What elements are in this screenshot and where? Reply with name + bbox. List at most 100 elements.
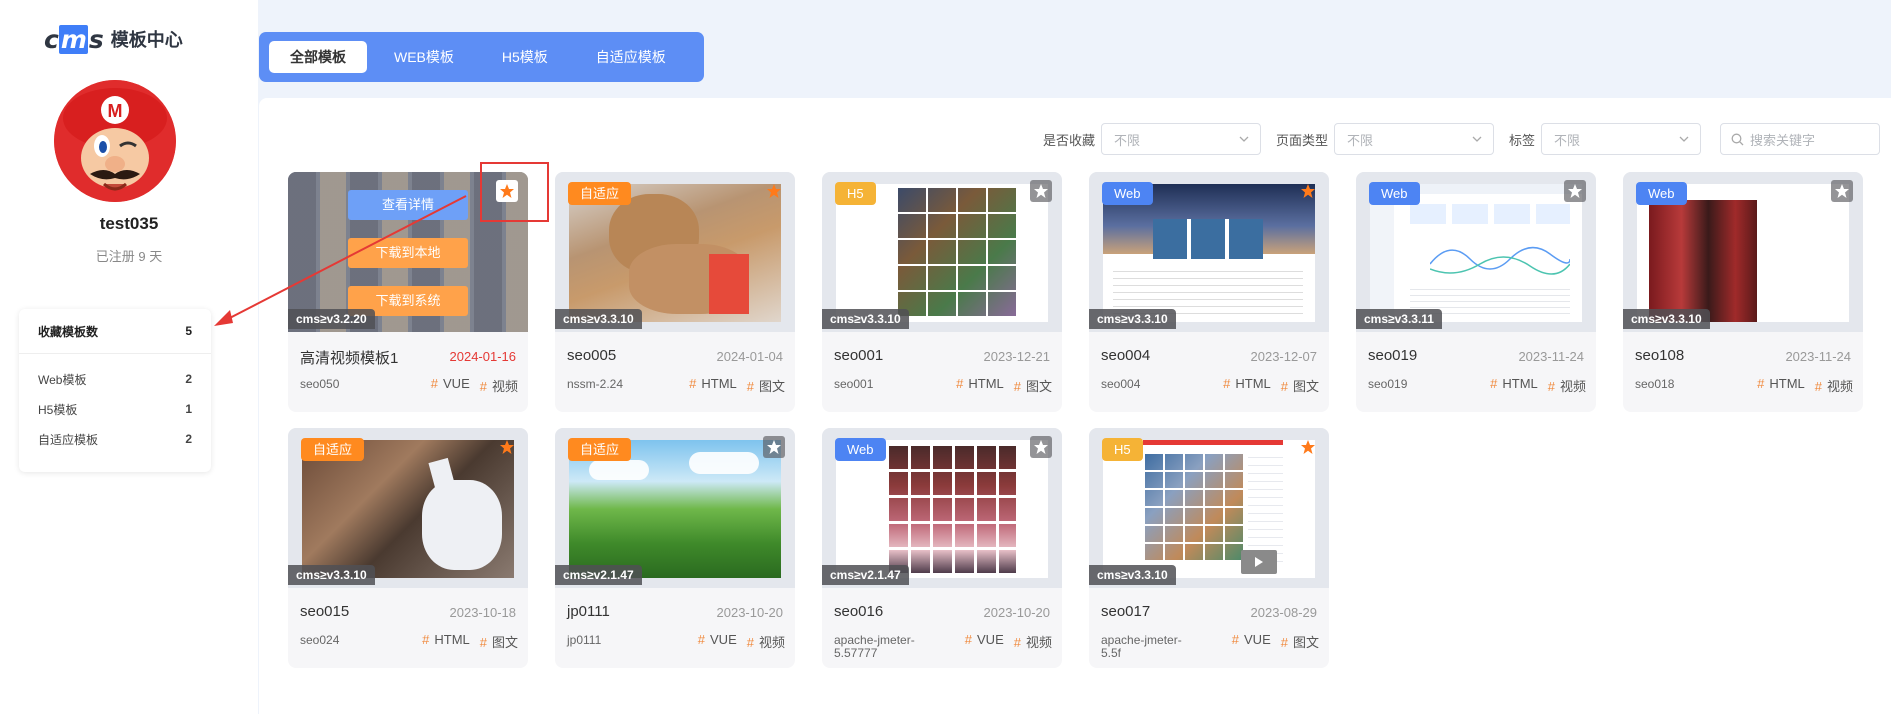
tag[interactable]: # HTML bbox=[689, 376, 737, 395]
card-thumbnail[interactable]: 自适应 cms≥v3.3.10 bbox=[555, 172, 795, 332]
tag[interactable]: # VUE bbox=[698, 632, 737, 651]
card-tags: # VUE # 视频 bbox=[955, 632, 1052, 651]
annotation-highlight-box bbox=[480, 162, 549, 222]
favorite-star-icon[interactable] bbox=[1030, 180, 1052, 202]
card-tags: # VUE # 视频 bbox=[688, 632, 785, 651]
avatar[interactable]: M bbox=[54, 80, 176, 202]
card-title[interactable]: seo001 bbox=[834, 347, 883, 364]
template-card[interactable]: 自适应 cms≥v3.3.10 seo005 2024-01-04 nssm-2… bbox=[555, 172, 795, 412]
tag[interactable]: # 图文 bbox=[1281, 376, 1319, 395]
stats-value: 1 bbox=[185, 402, 192, 416]
favorite-star-icon[interactable] bbox=[763, 436, 785, 458]
download-local-button[interactable]: 下载到本地 bbox=[348, 238, 468, 268]
card-title[interactable]: seo005 bbox=[567, 347, 616, 364]
tag[interactable]: # HTML bbox=[956, 376, 1004, 395]
tag[interactable]: # 视频 bbox=[747, 632, 785, 651]
card-subtitle: jp0111 bbox=[567, 633, 602, 647]
card-title[interactable]: seo004 bbox=[1101, 347, 1150, 364]
svg-text:M: M bbox=[108, 101, 123, 121]
version-badge: cms≥v3.3.10 bbox=[1089, 309, 1176, 329]
version-badge: cms≥v3.3.10 bbox=[1623, 309, 1710, 329]
logo-title: 模板中心 bbox=[110, 30, 183, 50]
tag[interactable]: # 图文 bbox=[480, 632, 518, 651]
card-title[interactable]: seo019 bbox=[1368, 347, 1417, 364]
card-thumbnail[interactable]: Web cms≥v3.3.11 bbox=[1356, 172, 1596, 332]
card-title[interactable]: jp0111 bbox=[567, 603, 610, 620]
tag-select[interactable]: 不限 bbox=[1541, 123, 1702, 155]
tag[interactable]: # 图文 bbox=[747, 376, 785, 395]
tag[interactable]: # VUE bbox=[431, 376, 470, 395]
search-input[interactable]: 搜索关键字 bbox=[1720, 123, 1880, 155]
tab-web[interactable]: WEB模板 bbox=[373, 41, 475, 73]
view-details-button[interactable]: 查看详情 bbox=[348, 190, 468, 220]
favorite-star-icon[interactable] bbox=[1831, 180, 1853, 202]
stats-value: 2 bbox=[185, 432, 192, 446]
card-title[interactable]: 高清视频模板1 bbox=[300, 347, 398, 368]
card-thumbnail[interactable]: Web cms≥v2.1.47 bbox=[822, 428, 1062, 588]
card-title[interactable]: seo015 bbox=[300, 603, 349, 620]
favorite-star-icon[interactable] bbox=[1297, 436, 1319, 458]
type-badge: Web bbox=[835, 438, 886, 461]
tag[interactable]: # 视频 bbox=[1548, 376, 1586, 395]
tag[interactable]: # 图文 bbox=[1281, 632, 1319, 651]
stats-total-row: 收藏模板数 5 bbox=[19, 309, 211, 354]
username: test035 bbox=[99, 214, 159, 233]
stats-row-adaptive: 自适应模板 2 bbox=[19, 424, 211, 454]
version-badge: cms≥v2.1.47 bbox=[555, 565, 642, 585]
card-date: 2023-10-18 bbox=[449, 605, 517, 620]
card-tags: # HTML # 图文 bbox=[412, 632, 518, 651]
stats-label: H5模板 bbox=[38, 402, 78, 417]
tag[interactable]: # 视频 bbox=[480, 376, 518, 395]
type-badge: 自适应 bbox=[568, 438, 632, 461]
tab-all[interactable]: 全部模板 bbox=[269, 41, 367, 73]
tag[interactable]: # 视频 bbox=[1815, 376, 1853, 395]
tag[interactable]: # VUE bbox=[965, 632, 1004, 651]
template-card[interactable]: H5 cms≥v3.3.10 seo017 2023-08-29 apache-… bbox=[1089, 428, 1329, 668]
card-thumbnail[interactable]: H5 cms≥v3.3.10 bbox=[822, 172, 1062, 332]
stats-row-h5: H5模板 1 bbox=[19, 394, 211, 424]
favorite-select[interactable]: 不限 bbox=[1101, 123, 1262, 155]
card-subtitle: seo024 bbox=[300, 633, 340, 647]
card-date: 2023-11-24 bbox=[1785, 349, 1851, 364]
page-type-select[interactable]: 不限 bbox=[1334, 123, 1495, 155]
card-thumbnail[interactable]: Web cms≥v3.3.10 bbox=[1623, 172, 1863, 332]
version-badge: cms≥v3.3.10 bbox=[288, 565, 375, 585]
logo[interactable]: cms 模板中心 bbox=[44, 24, 183, 54]
version-badge: cms≥v2.1.47 bbox=[822, 565, 909, 585]
cms-logo-mark: cms bbox=[44, 24, 104, 54]
tag[interactable]: # HTML bbox=[1757, 376, 1805, 395]
tag[interactable]: # 图文 bbox=[1014, 376, 1052, 395]
tag[interactable]: # VUE bbox=[1232, 632, 1271, 651]
filter-tag: 标签 不限 bbox=[1509, 123, 1702, 155]
tab-h5[interactable]: H5模板 bbox=[481, 41, 569, 73]
favorite-star-icon[interactable] bbox=[1030, 436, 1052, 458]
card-subtitle: seo018 bbox=[1635, 377, 1675, 391]
card-thumbnail[interactable]: H5 cms≥v3.3.10 bbox=[1089, 428, 1329, 588]
favorite-star-icon[interactable] bbox=[1297, 180, 1319, 202]
template-card[interactable]: 自适应 cms≥v2.1.47 jp0111 2023-10-20 jp0111… bbox=[555, 428, 795, 668]
card-thumbnail[interactable]: 自适应 cms≥v2.1.47 bbox=[555, 428, 795, 588]
tag[interactable]: # HTML bbox=[422, 632, 470, 651]
tab-adaptive[interactable]: 自适应模板 bbox=[575, 41, 687, 73]
favorites-stats-panel: 收藏模板数 5 Web模板 2 H5模板 1 自适应模板 2 bbox=[19, 309, 211, 472]
card-title[interactable]: seo017 bbox=[1101, 603, 1150, 620]
template-card[interactable]: Web cms≥v2.1.47 seo016 2023-10-20 apache… bbox=[822, 428, 1062, 668]
template-card[interactable]: Web cms≥v3.3.10 seo108 2023-11-24 seo018… bbox=[1623, 172, 1863, 412]
tag[interactable]: # HTML bbox=[1490, 376, 1538, 395]
card-title[interactable]: seo016 bbox=[834, 603, 883, 620]
card-thumbnail[interactable]: Web cms≥v3.3.10 bbox=[1089, 172, 1329, 332]
template-card[interactable]: H5 cms≥v3.3.10 seo001 2023-12-21 seo001 … bbox=[822, 172, 1062, 412]
card-title[interactable]: seo108 bbox=[1635, 347, 1684, 364]
favorite-star-icon[interactable] bbox=[1564, 180, 1586, 202]
template-card[interactable]: Web cms≥v3.3.11 seo019 2023-11-24 seo019… bbox=[1356, 172, 1596, 412]
card-thumbnail[interactable]: 自适应 cms≥v3.3.10 bbox=[288, 428, 528, 588]
card-tags: # HTML # 视频 bbox=[1480, 376, 1586, 395]
card-subtitle: seo019 bbox=[1368, 377, 1408, 391]
template-card[interactable]: 自适应 cms≥v3.3.10 seo015 2023-10-18 seo024… bbox=[288, 428, 528, 668]
favorite-star-icon[interactable] bbox=[763, 180, 785, 202]
type-badge: 自适应 bbox=[568, 182, 632, 205]
template-card[interactable]: Web cms≥v3.3.10 seo004 2023-12-07 seo004… bbox=[1089, 172, 1329, 412]
tag[interactable]: # 视频 bbox=[1014, 632, 1052, 651]
favorite-star-icon[interactable] bbox=[496, 436, 518, 458]
tag[interactable]: # HTML bbox=[1223, 376, 1271, 395]
